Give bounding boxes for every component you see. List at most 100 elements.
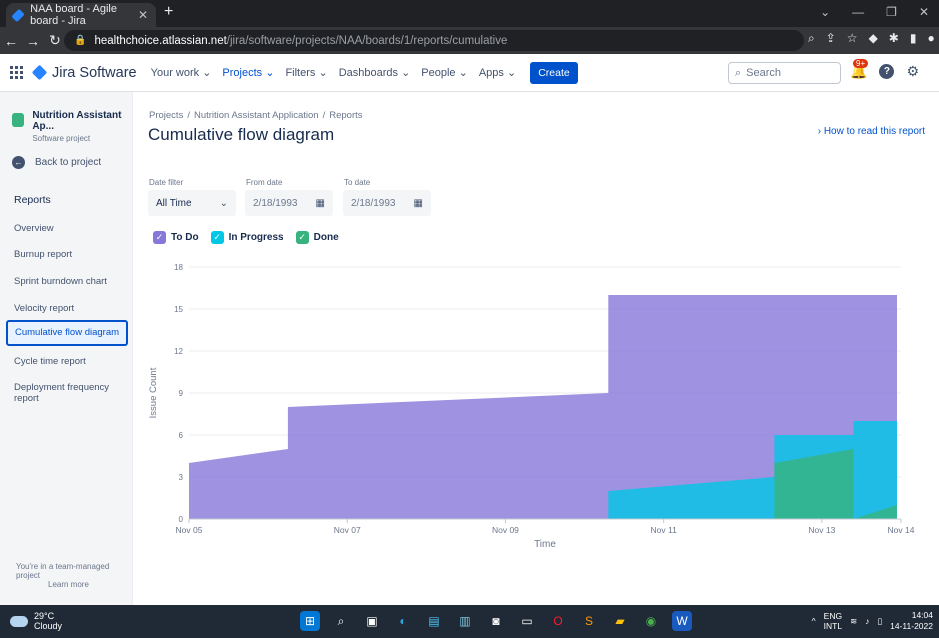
breadcrumb-reports[interactable]: Reports xyxy=(329,110,362,121)
volume-icon[interactable]: ♪ xyxy=(865,616,869,626)
minimize-icon[interactable]: — xyxy=(852,5,864,19)
reload-icon[interactable]: ↻ xyxy=(44,32,66,49)
jira-favicon-icon xyxy=(11,8,25,22)
nav-people[interactable]: People ⌄ xyxy=(421,66,468,79)
chevron-up-icon[interactable]: ^ xyxy=(812,616,816,626)
project-type: Software project xyxy=(32,134,91,143)
x-tick-label: Nov 13 xyxy=(808,525,835,535)
search-input[interactable]: ⌕ Search xyxy=(728,62,841,84)
help-icon[interactable]: ? xyxy=(879,64,895,79)
clock[interactable]: 14:04 14-11-2022 xyxy=(890,610,933,632)
chrome-icon[interactable]: ◉ xyxy=(641,611,661,631)
battery-icon[interactable]: ▯ xyxy=(877,616,882,627)
sidebar-item-burnup[interactable]: Burnup report xyxy=(14,249,72,260)
notifications-bell-icon[interactable]: 🔔 9+ xyxy=(850,59,869,80)
sidebar-item-sprint-burndown[interactable]: Sprint burndown chart xyxy=(14,276,107,287)
app-switcher-icon[interactable] xyxy=(10,65,24,80)
legend-done[interactable]: ✓ Done xyxy=(295,231,339,244)
jira-top-nav: Jira Software Your work ⌄ Projects ⌄ Fil… xyxy=(0,54,939,92)
back-to-project-link[interactable]: ← Back to project xyxy=(12,156,101,169)
forward-arrow-icon[interactable]: → xyxy=(22,33,44,49)
project-header[interactable]: Nutrition Assistant Ap... Software proje… xyxy=(12,110,132,143)
x-tick-label: Nov 05 xyxy=(176,525,203,535)
sidepanel-icon[interactable]: ▮ xyxy=(910,31,917,46)
edge-icon[interactable]: ◐ xyxy=(393,611,413,631)
sidebar-item-velocity[interactable]: Velocity report xyxy=(14,303,74,314)
calendar-icon: ▦ xyxy=(413,197,423,209)
restore-icon[interactable]: ❐ xyxy=(886,5,897,19)
language-indicator[interactable]: ENG INTL xyxy=(824,611,842,631)
close-tab-icon[interactable]: ✕ xyxy=(138,8,148,22)
nav-apps[interactable]: Apps ⌄ xyxy=(479,66,516,79)
close-window-icon[interactable]: ✕ xyxy=(919,5,929,19)
project-avatar xyxy=(12,113,25,127)
zoom-icon[interactable]: ⌕ xyxy=(808,31,815,46)
date-filter-value: All Time xyxy=(156,197,192,209)
nav-dashboards[interactable]: Dashboards ⌄ xyxy=(339,66,411,79)
star-icon[interactable]: ☆ xyxy=(847,31,858,46)
y-tick-label: 0 xyxy=(179,515,184,524)
puzzle-icon[interactable]: ✱ xyxy=(889,31,899,46)
wifi-icon[interactable]: ≋ xyxy=(850,616,857,627)
windows-start-icon[interactable]: ⊞ xyxy=(300,611,320,631)
chevron-right-icon: › xyxy=(817,126,822,137)
profile-icon[interactable]: ● xyxy=(927,31,934,46)
browser-tab[interactable]: NAA board - Agile board - Jira ✕ xyxy=(6,3,156,27)
settings-gear-icon[interactable]: ⚙ xyxy=(906,63,919,80)
legend-todo[interactable]: ✓ To Do xyxy=(153,231,199,244)
word-icon[interactable]: W xyxy=(672,611,692,631)
opera-icon[interactable]: O xyxy=(548,611,568,631)
extension-icon[interactable]: ◆ xyxy=(869,31,878,46)
sidebar-item-cycle-time[interactable]: Cycle time report xyxy=(14,356,86,367)
breadcrumb-projects[interactable]: Projects xyxy=(149,110,183,121)
project-name: Nutrition Assistant Ap... xyxy=(32,110,122,132)
weather-widget[interactable]: 29°C Cloudy xyxy=(10,611,62,631)
nav-your-work[interactable]: Your work ⌄ xyxy=(151,66,212,79)
product-name: Jira Software xyxy=(52,64,137,81)
y-tick-label: 18 xyxy=(174,263,183,272)
y-tick-label: 9 xyxy=(179,389,184,398)
jira-logo[interactable]: Jira Software xyxy=(31,64,137,81)
camera-icon[interactable]: ◙ xyxy=(486,611,506,631)
legend-in-progress-label: In Progress xyxy=(228,232,284,243)
task-view-icon[interactable]: ▣ xyxy=(362,611,382,631)
sidebar-item-deployment-frequency[interactable]: Deployment frequency report xyxy=(14,382,132,404)
notepad-icon[interactable]: ▥ xyxy=(455,611,475,631)
nav-filters[interactable]: Filters ⌄ xyxy=(285,66,327,79)
sidebar-item-cumulative-flow[interactable]: Cumulative flow diagram xyxy=(6,320,128,346)
to-date-field[interactable]: 2/18/1993 ▦ xyxy=(343,190,431,216)
report-main: Projects / Nutrition Assistant Application… xyxy=(134,92,939,605)
x-tick-label: Nov 11 xyxy=(651,525,678,535)
y-tick-label: 3 xyxy=(179,473,184,482)
tab-search-icon[interactable]: ⌄ xyxy=(820,5,830,19)
breadcrumb-project[interactable]: Nutrition Assistant Application xyxy=(194,110,319,121)
url-path: /jira/software/projects/NAA/boards/1/rep… xyxy=(226,34,508,47)
how-to-read-link[interactable]: › How to read this report xyxy=(818,126,925,137)
learn-more-link[interactable]: Learn more xyxy=(48,580,89,589)
y-tick-label: 12 xyxy=(174,347,183,356)
back-arrow-icon[interactable]: ← xyxy=(0,33,22,49)
terminal-icon[interactable]: ▭ xyxy=(517,611,537,631)
share-icon[interactable]: ⇪ xyxy=(826,31,836,46)
x-tick-label: Nov 07 xyxy=(334,525,361,535)
from-date-field[interactable]: 2/18/1993 ▦ xyxy=(245,190,333,216)
create-button[interactable]: Create xyxy=(530,61,578,84)
date-filter-select[interactable]: All Time ⌄ xyxy=(148,190,236,216)
legend-in-progress[interactable]: ✓ In Progress xyxy=(210,231,284,244)
checkbox-checked-icon: ✓ xyxy=(153,231,166,244)
chart-legend: ✓ To Do ✓ In Progress ✓ Done xyxy=(153,231,343,244)
store-icon[interactable]: ▤ xyxy=(424,611,444,631)
project-sidebar: Nutrition Assistant Ap... Software proje… xyxy=(0,92,133,605)
new-tab-icon[interactable]: + xyxy=(164,3,173,21)
search-icon[interactable]: ⌕ xyxy=(331,611,351,631)
system-tray: ^ ENG INTL ≋ ♪ ▯ 14:04 14-11-2022 xyxy=(812,610,933,632)
sidebar-item-overview[interactable]: Overview xyxy=(14,223,54,234)
windows-taskbar: 29°C Cloudy ⊞ ⌕ ▣ ◐ ▤ ▥ ◙ ▭ O S ▰ ◉ W ^ … xyxy=(0,605,939,638)
file-explorer-icon[interactable]: ▰ xyxy=(610,611,630,631)
arrow-left-icon: ← xyxy=(12,156,25,169)
nav-projects[interactable]: Projects ⌄ xyxy=(222,66,274,79)
date-filter-label: Date filter xyxy=(149,178,184,187)
url-field[interactable]: 🔒 healthchoice.atlassian.net/jira/softwa… xyxy=(64,30,804,51)
y-tick-label: 6 xyxy=(179,431,184,440)
sublime-icon[interactable]: S xyxy=(579,611,599,631)
